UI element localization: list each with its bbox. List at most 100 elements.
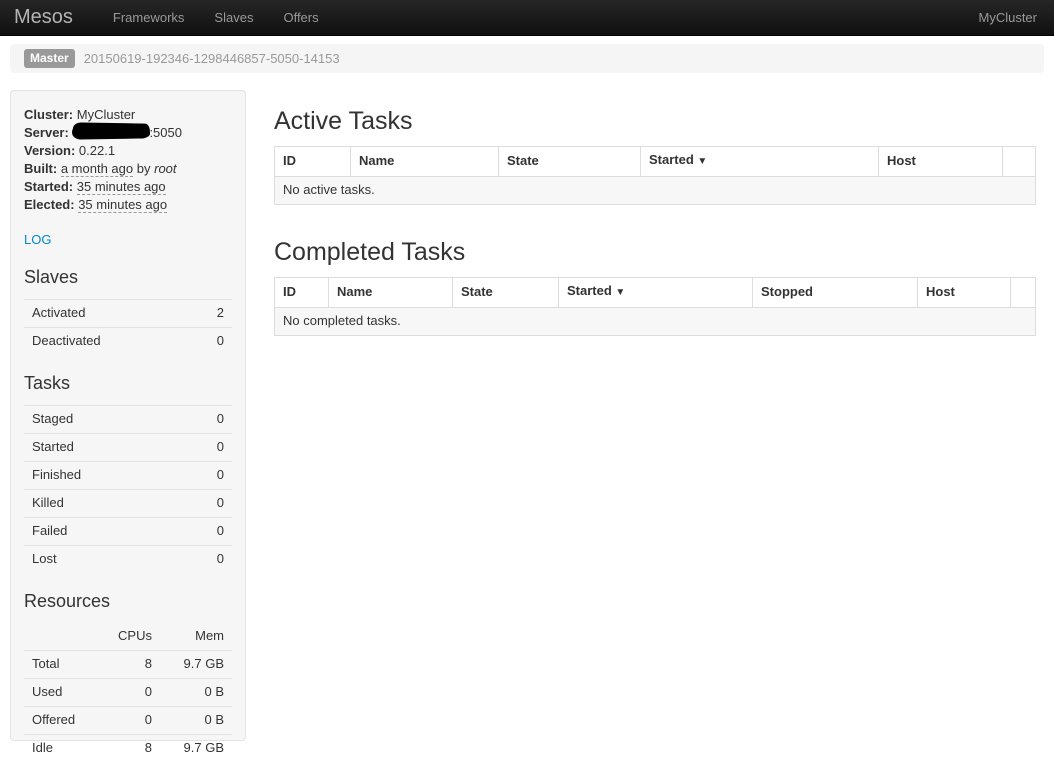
info-version: Version: 0.22.1 xyxy=(24,142,232,160)
resources-offered-cpus: 0 xyxy=(102,707,160,735)
active-col-actions xyxy=(1003,147,1036,177)
table-row: Finished 0 xyxy=(24,462,232,490)
completed-tasks-empty-message: No completed tasks. xyxy=(275,308,1036,336)
completed-col-id[interactable]: ID xyxy=(275,278,329,308)
tasks-started-label: Started xyxy=(24,434,177,462)
table-row: Offered 0 0 B xyxy=(24,707,232,735)
tasks-section-title: Tasks xyxy=(24,371,232,395)
table-header-row: ID Name State Started ▼ Host xyxy=(275,147,1036,177)
table-row: Activated 2 xyxy=(24,300,232,328)
navbar-cluster-name: MyCluster xyxy=(978,9,1054,27)
table-row: CPUs Mem xyxy=(24,623,232,651)
tasks-lost-value: 0 xyxy=(177,546,232,574)
resources-offered-mem: 0 B xyxy=(160,707,232,735)
resources-mem-header: Mem xyxy=(160,623,232,651)
table-row: Total 8 9.7 GB xyxy=(24,651,232,679)
empty-row: No active tasks. xyxy=(275,177,1036,205)
active-col-started-label: Started xyxy=(649,152,694,167)
brand-link[interactable]: Mesos xyxy=(0,8,98,28)
completed-col-name[interactable]: Name xyxy=(329,278,453,308)
slaves-activated-value: 2 xyxy=(187,300,232,328)
table-row: Used 0 0 B xyxy=(24,679,232,707)
table-header-row: ID Name State Started ▼ Stopped Host xyxy=(275,278,1036,308)
table-row: Deactivated 0 xyxy=(24,328,232,356)
cluster-info: Cluster: MyCluster Server: :5050 Version… xyxy=(24,106,232,214)
resources-used-cpus: 0 xyxy=(102,679,160,707)
info-started: Started: 35 minutes ago xyxy=(24,178,232,196)
tasks-failed-value: 0 xyxy=(177,518,232,546)
log-link[interactable]: LOG xyxy=(24,231,51,249)
sort-desc-icon: ▼ xyxy=(697,156,707,167)
table-row: Staged 0 xyxy=(24,406,232,434)
version-label: Version: xyxy=(24,143,75,158)
resources-idle-cpus: 8 xyxy=(102,735,160,762)
server-port: :5050 xyxy=(149,125,182,140)
resources-section-title: Resources xyxy=(24,589,232,613)
tasks-finished-label: Finished xyxy=(24,462,177,490)
resources-cpus-header: CPUs xyxy=(102,623,160,651)
nav-item-slaves[interactable]: Slaves xyxy=(199,9,268,27)
cluster-label: Cluster: xyxy=(24,107,73,122)
active-col-state[interactable]: State xyxy=(499,147,641,177)
built-user: root xyxy=(154,161,176,176)
completed-col-host[interactable]: Host xyxy=(918,278,1011,308)
completed-tasks-title: Completed Tasks xyxy=(274,237,1036,268)
info-cluster: Cluster: MyCluster xyxy=(24,106,232,124)
info-built: Built: a month ago by root xyxy=(24,160,232,178)
tasks-started-value: 0 xyxy=(177,434,232,462)
tasks-table: Staged 0 Started 0 Finished 0 Killed 0 F… xyxy=(24,405,232,573)
tasks-lost-label: Lost xyxy=(24,546,177,574)
elected-label: Elected: xyxy=(24,197,75,212)
completed-col-actions xyxy=(1011,278,1036,308)
active-col-host[interactable]: Host xyxy=(879,147,1003,177)
master-badge: Master xyxy=(24,49,75,68)
tasks-finished-value: 0 xyxy=(177,462,232,490)
nav-item-frameworks[interactable]: Frameworks xyxy=(98,9,200,27)
resources-empty-header xyxy=(24,623,102,651)
server-label: Server: xyxy=(24,125,69,140)
resources-used-mem: 0 B xyxy=(160,679,232,707)
resources-total-label: Total xyxy=(24,651,102,679)
completed-tasks-table: ID Name State Started ▼ Stopped Host No … xyxy=(274,277,1036,336)
breadcrumb: Master 20150619-192346-1298446857-5050-1… xyxy=(10,44,1044,73)
table-row: Lost 0 xyxy=(24,546,232,574)
completed-col-started[interactable]: Started ▼ xyxy=(559,278,753,308)
slaves-table: Activated 2 Deactivated 0 xyxy=(24,299,232,355)
master-id-text: 20150619-192346-1298446857-5050-14153 xyxy=(84,50,340,68)
nav-menu: Frameworks Slaves Offers xyxy=(98,9,334,27)
completed-col-stopped[interactable]: Stopped xyxy=(753,278,918,308)
completed-col-state[interactable]: State xyxy=(453,278,559,308)
resources-idle-label: Idle xyxy=(24,735,102,762)
tasks-killed-value: 0 xyxy=(177,490,232,518)
sort-desc-icon: ▼ xyxy=(615,287,625,298)
tasks-killed-label: Killed xyxy=(24,490,177,518)
active-col-started[interactable]: Started ▼ xyxy=(641,147,879,177)
resources-offered-label: Offered xyxy=(24,707,102,735)
info-elected: Elected: 35 minutes ago xyxy=(24,196,232,214)
active-tasks-empty-message: No active tasks. xyxy=(275,177,1036,205)
slaves-deactivated-value: 0 xyxy=(187,328,232,356)
sidebar-panel: Cluster: MyCluster Server: :5050 Version… xyxy=(10,90,246,741)
table-row: Killed 0 xyxy=(24,490,232,518)
built-by: by xyxy=(137,161,151,176)
resources-total-cpus: 8 xyxy=(102,651,160,679)
built-label: Built: xyxy=(24,161,57,176)
main-content: Active Tasks ID Name State Started ▼ Hos… xyxy=(274,90,1036,336)
active-col-id[interactable]: ID xyxy=(275,147,351,177)
active-tasks-title: Active Tasks xyxy=(274,106,1036,137)
cluster-value: MyCluster xyxy=(77,107,136,122)
tasks-staged-label: Staged xyxy=(24,406,177,434)
nav-item-offers[interactable]: Offers xyxy=(268,9,333,27)
navbar: Mesos Frameworks Slaves Offers MyCluster xyxy=(0,0,1054,36)
table-row: Idle 8 9.7 GB xyxy=(24,735,232,762)
active-col-name[interactable]: Name xyxy=(351,147,499,177)
started-time: 35 minutes ago xyxy=(77,179,166,195)
started-label: Started: xyxy=(24,179,73,194)
slaves-section-title: Slaves xyxy=(24,265,232,289)
slaves-activated-label: Activated xyxy=(24,300,187,328)
tasks-failed-label: Failed xyxy=(24,518,177,546)
slaves-deactivated-label: Deactivated xyxy=(24,328,187,356)
resources-table: CPUs Mem Total 8 9.7 GB Used 0 0 B Offer… xyxy=(24,623,232,762)
resources-idle-mem: 9.7 GB xyxy=(160,735,232,762)
elected-time: 35 minutes ago xyxy=(78,197,167,213)
